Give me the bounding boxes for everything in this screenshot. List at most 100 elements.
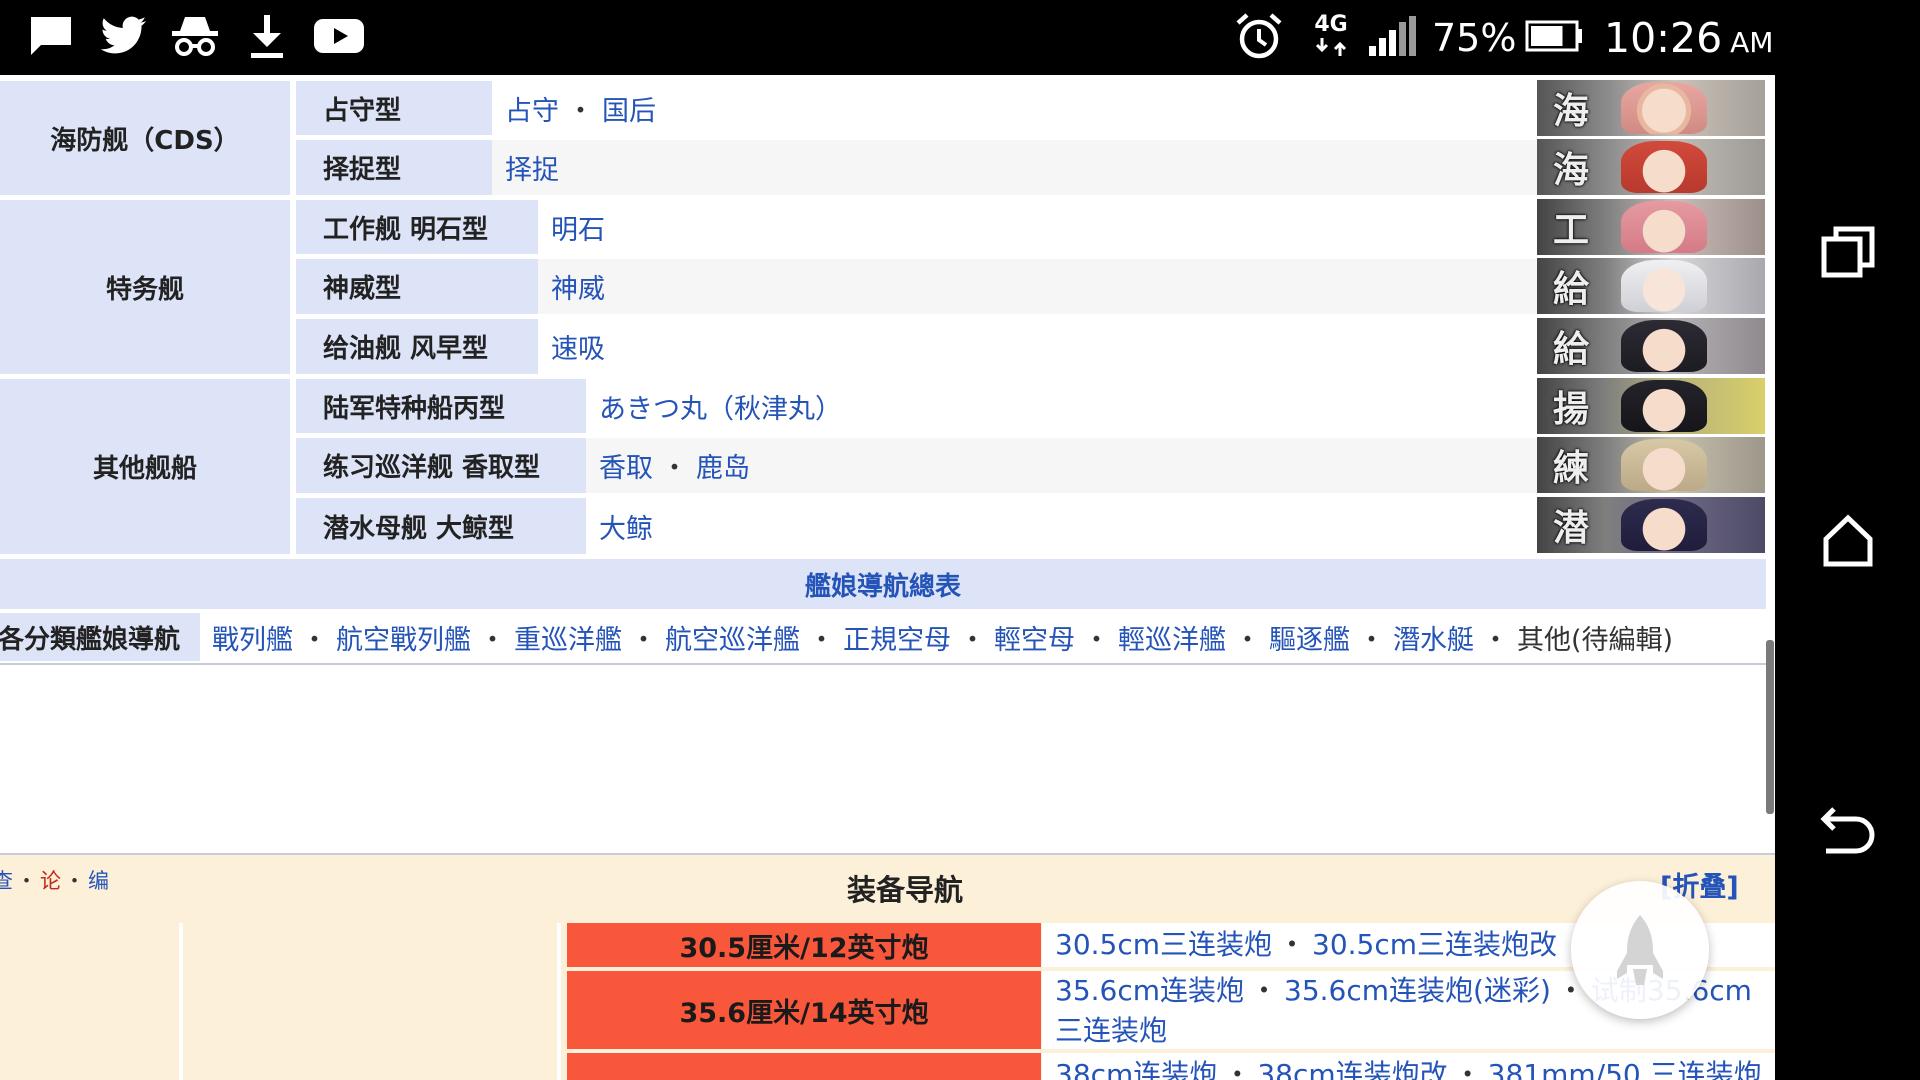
ship-portrait [1621, 499, 1707, 551]
ship-portrait [1621, 141, 1707, 193]
ship-link[interactable]: 国后 [602, 89, 656, 128]
ship-link[interactable]: 香取 [599, 446, 653, 485]
navbox-link[interactable]: 航空戰列艦 [336, 618, 471, 657]
ship-type-katori: 练习巡洋舰 香取型 [296, 438, 586, 493]
ship-thumbnail[interactable]: 海 [1537, 139, 1765, 195]
navbox-link[interactable]: 驅逐艦 [1269, 618, 1350, 657]
ship-link[interactable]: 鹿岛 [696, 446, 750, 485]
ship-list-akashi: 明石 [538, 200, 1537, 254]
equipment-link[interactable]: 30.5cm三连装炮改 [1312, 928, 1557, 961]
ship-type-kazahaya: 给油舰 风早型 [296, 319, 538, 374]
navbox-title-link[interactable]: 艦娘導航總表 [805, 566, 961, 603]
network-4g-icon: 4G [1310, 10, 1352, 62]
ship-thumbnail[interactable]: 海 [1537, 80, 1765, 136]
equipment-link[interactable]: 30.5cm三连装炮 [1055, 928, 1272, 961]
equipment-category: 30.5厘米/12英寸炮 [567, 923, 1041, 967]
ship-badge: 工 [1552, 209, 1589, 251]
network-label: 4G [1314, 12, 1348, 37]
ship-type-kamoi: 神威型 [296, 259, 538, 314]
navbox-link[interactable]: 戰列艦 [212, 618, 293, 657]
separator: ・ [1083, 624, 1110, 656]
navbox-link[interactable]: 重巡洋艦 [514, 618, 622, 657]
equipment-link[interactable]: 381mm/50 三连装炮 [1488, 1058, 1762, 1080]
ship-type-shimushu: 占守型 [296, 81, 492, 135]
ship-type-army-special: 陆军特种船丙型 [296, 379, 586, 433]
edit-link[interactable]: 编 [88, 869, 109, 893]
separator: ・ [1234, 624, 1261, 656]
ship-type-etorofu: 择捉型 [296, 140, 492, 195]
equipment-nav: 查・论・编 装备导航 [折叠] 30.5厘米/12英寸炮 30.5cm三连装炮・… [0, 853, 1775, 1080]
separator: ・ [64, 869, 85, 893]
separator: ・ [479, 624, 506, 656]
separator: ・ [1762, 1058, 1775, 1080]
ship-list-shimushu: 占守・国后 [492, 81, 1537, 135]
separator: ・ [567, 95, 594, 127]
navbox-links: 戰列艦・ 航空戰列艦・ 重巡洋艦・ 航空巡洋艦・ 正規空母・ 輕空母・ 輕巡洋艦… [212, 613, 1673, 661]
ship-link[interactable]: 明石 [551, 208, 605, 247]
equipment-link[interactable]: 35.6cm连装炮 [1055, 974, 1244, 1007]
separator: ・ [959, 624, 986, 656]
navbox-link[interactable]: 正規空母 [843, 618, 951, 657]
home-button[interactable] [1795, 488, 1900, 593]
clock: 10:26 AM [1604, 8, 1773, 68]
ship-badge: 海 [1552, 90, 1589, 132]
scroll-top-fab[interactable] [1571, 881, 1709, 1019]
recent-apps-button[interactable] [1795, 200, 1900, 305]
ship-portrait [1621, 201, 1707, 253]
ship-badge: 練 [1552, 447, 1589, 489]
separator: ・ [661, 453, 688, 484]
equipment-link[interactable]: 38cm连装炮改 [1257, 1058, 1447, 1080]
ship-link[interactable]: 神威 [551, 267, 605, 306]
view-link[interactable]: 查 [0, 869, 13, 893]
web-page[interactable]: 海防舰（CDS） 特务舰 其他舰船 占守型 占守・国后 择捉型 择捉 工作舰 明… [0, 75, 1775, 1080]
navbox-title: 艦娘導航總表 [0, 559, 1766, 609]
navbox-other: 其他(待編輯) [1517, 624, 1674, 656]
ship-thumbnail[interactable]: 工 [1537, 199, 1765, 255]
ship-link[interactable]: 大鲸 [599, 507, 653, 546]
download-icon [246, 10, 288, 62]
ship-list-kazahaya: 速吸 [538, 319, 1537, 374]
ship-type-taigei: 潜水母舰 大鲸型 [296, 498, 586, 554]
ship-thumbnail[interactable]: 給 [1537, 258, 1765, 314]
ship-list-taigei: 大鲸 [586, 498, 1537, 554]
equipment-subgroup-cell [189, 923, 561, 1080]
ship-link[interactable]: 占守 [505, 89, 559, 128]
equipment-category [567, 1053, 1041, 1080]
back-button[interactable] [1795, 776, 1900, 881]
ship-type-akashi: 工作舰 明石型 [296, 200, 538, 254]
equipment-group-cell [0, 923, 183, 1080]
ship-badge: 給 [1552, 328, 1589, 370]
navbox-link[interactable]: 潛水艇 [1393, 618, 1474, 657]
ship-link[interactable]: 择捉 [505, 148, 559, 187]
ship-link[interactable]: 速吸 [551, 327, 605, 366]
battery-icon [1524, 10, 1584, 62]
equipment-link[interactable]: 38cm连装炮 [1055, 1058, 1217, 1080]
ship-list-etorofu: 择捉 [492, 140, 1537, 195]
navbox-link[interactable]: 輕巡洋艦 [1118, 618, 1226, 657]
clock-time: 10:26 [1604, 14, 1723, 62]
scrollbar-thumb[interactable] [1766, 640, 1774, 814]
clock-ampm: AM [1730, 25, 1774, 59]
separator: ・ [16, 869, 37, 893]
back-icon [1819, 806, 1874, 853]
navbox-link[interactable]: 航空巡洋艦 [665, 618, 800, 657]
discuss-link[interactable]: 论 [40, 869, 61, 893]
equipment-category: 35.6厘米/14英寸炮 [567, 971, 1041, 1049]
equipment-link[interactable]: 35.6cm连装炮(迷彩) [1284, 974, 1551, 1007]
ship-link[interactable]: あきつ丸（秋津丸） [599, 387, 842, 426]
ship-list-katori: 香取・鹿岛 [586, 438, 1537, 493]
ship-thumbnail[interactable]: 給 [1537, 318, 1765, 374]
chat-bubble-icon [28, 10, 74, 62]
separator: ・ [1278, 928, 1307, 961]
navbox-link[interactable]: 輕空母 [994, 618, 1075, 657]
separator: ・ [1482, 624, 1509, 656]
separator: ・ [301, 624, 328, 656]
ship-thumbnail[interactable]: 揚 [1537, 378, 1765, 434]
ship-portrait [1621, 439, 1707, 491]
group-special-ships: 特务舰 [0, 200, 290, 374]
signal-strength-icon [1368, 10, 1418, 62]
separator: ・ [1250, 974, 1279, 1007]
ship-thumbnail[interactable]: 練 [1537, 437, 1765, 493]
ship-thumbnail[interactable]: 潜 [1537, 497, 1765, 553]
ship-badge: 給 [1552, 268, 1589, 310]
